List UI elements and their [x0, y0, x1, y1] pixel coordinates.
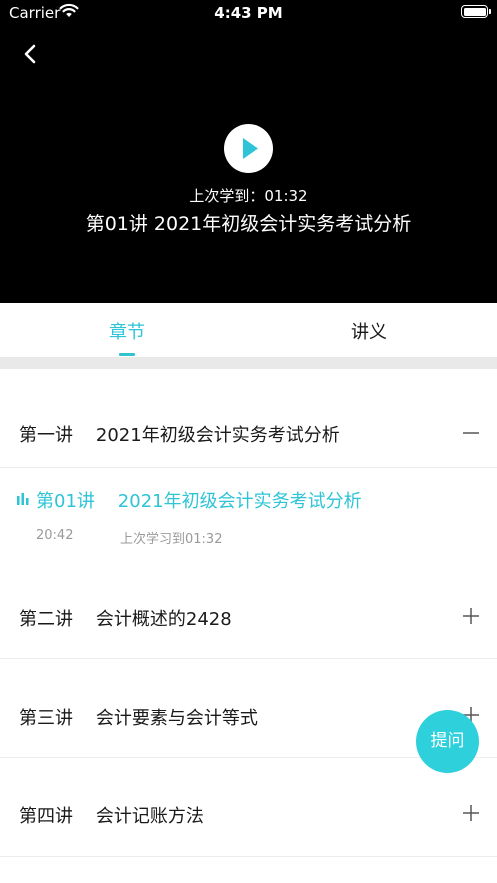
lesson-progress: 上次学习到01:32: [120, 532, 223, 547]
chapter-label: 第一讲 2021年初级会计实务考试分析: [19, 425, 340, 446]
tab-chapters[interactable]: 章节: [96, 318, 158, 344]
chevron-left-icon: [24, 44, 36, 64]
tab-notes[interactable]: 讲义: [338, 318, 400, 344]
collapse-icon[interactable]: [463, 425, 479, 441]
video-player[interactable]: Carrier 4:43 PM 上次学到：01:32 第01讲 2021年初级会…: [0, 0, 497, 303]
clock: 4:43 PM: [214, 4, 283, 22]
chapter-label: 第四讲 会计记账方法: [19, 806, 204, 827]
play-button[interactable]: [224, 124, 273, 173]
status-bar: Carrier 4:43 PM: [0, 0, 497, 26]
expand-icon[interactable]: [463, 608, 479, 624]
expand-icon[interactable]: [463, 805, 479, 821]
playing-bars-icon: [17, 493, 29, 505]
last-learned-text: 上次学到：01:32: [189, 187, 308, 205]
chapter-row-4[interactable]: 第四讲 会计记账方法: [0, 758, 497, 857]
video-title: 第01讲 2021年初级会计实务考试分析: [85, 213, 412, 235]
chapter-row-2[interactable]: 第二讲 会计概述的2428: [0, 560, 497, 659]
chapter-label: 第二讲 会计概述的2428: [19, 609, 232, 630]
tab-bar: 章节 讲义: [0, 303, 497, 357]
lesson-item-current[interactable]: 第01讲 2021年初级会计实务考试分析 20:42 上次学习到01:32: [0, 468, 497, 560]
ask-question-button[interactable]: 提问: [416, 710, 479, 773]
lesson-title: 第01讲 2021年初级会计实务考试分析: [36, 491, 362, 512]
chapter-label: 第三讲 会计要素与会计等式: [19, 708, 258, 729]
battery-icon: [461, 5, 491, 18]
lesson-duration: 20:42: [36, 528, 74, 543]
back-button[interactable]: [14, 38, 46, 70]
play-icon: [243, 138, 258, 159]
chapter-row-1[interactable]: 第一讲 2021年初级会计实务考试分析: [0, 369, 497, 468]
section-divider: [0, 357, 497, 369]
active-tab-indicator: [119, 353, 135, 356]
